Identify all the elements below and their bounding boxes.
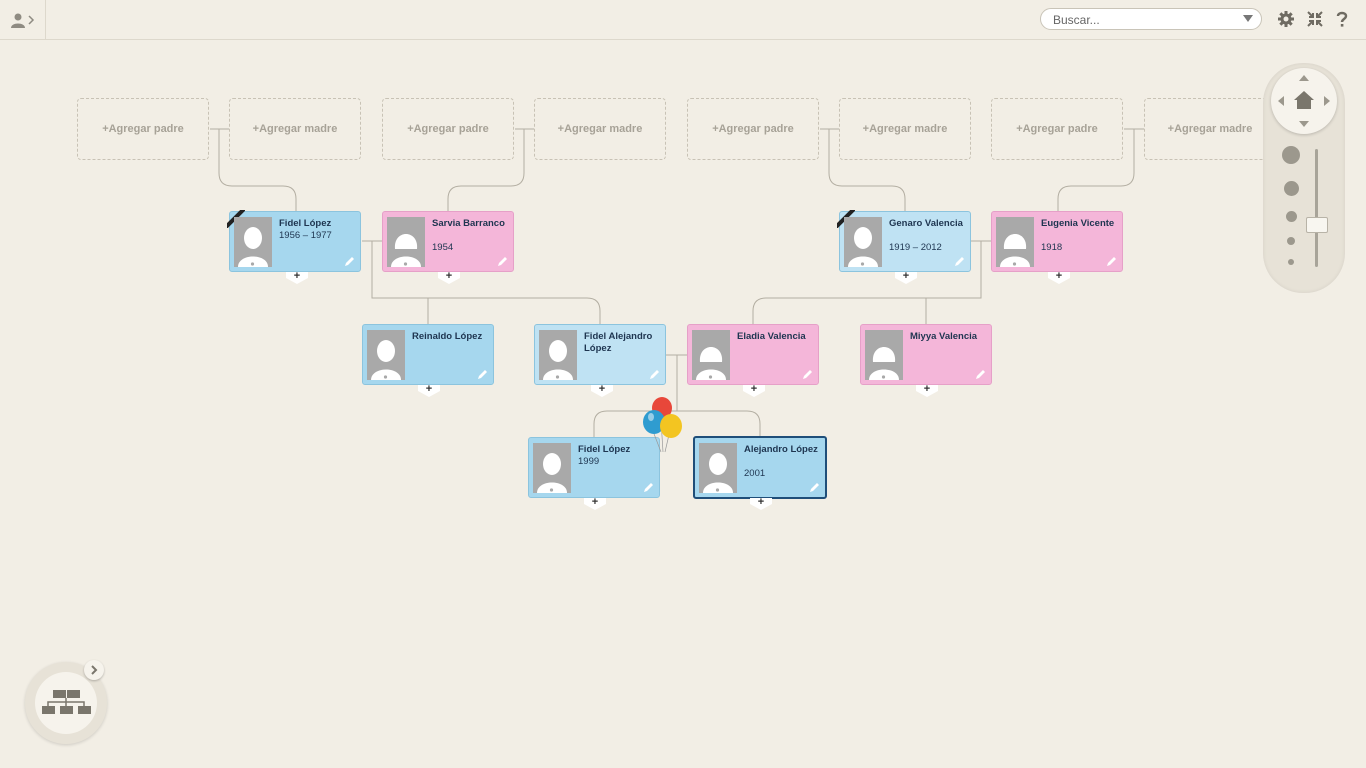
pan-left-icon bbox=[1278, 96, 1284, 106]
add-mother-slot[interactable]: +Agregar madre bbox=[1144, 98, 1276, 160]
add-father-slot[interactable]: +Agregar padre bbox=[77, 98, 209, 160]
add-father-label: +Agregar padre bbox=[102, 123, 184, 135]
person-card-eladia-valencia[interactable]: Eladia Valencia bbox=[687, 324, 819, 385]
edit-pencil-icon[interactable] bbox=[344, 256, 355, 267]
person-name: Alejandro López bbox=[744, 444, 818, 455]
person-card-fidel-lopez-sr[interactable]: Fidel López 1956 – 1977 bbox=[229, 211, 361, 272]
camera-icon[interactable] bbox=[248, 260, 257, 267]
add-father-slot[interactable]: +Agregar padre bbox=[687, 98, 819, 160]
add-mother-label: +Agregar madre bbox=[557, 123, 643, 135]
person-dates: 1999 bbox=[578, 456, 600, 467]
add-mother-label: +Agregar madre bbox=[252, 123, 338, 135]
add-mother-label: +Agregar madre bbox=[862, 123, 948, 135]
edit-pencil-icon[interactable] bbox=[643, 482, 654, 493]
add-mother-slot[interactable]: +Agregar madre bbox=[839, 98, 971, 160]
edit-pencil-icon[interactable] bbox=[954, 256, 965, 267]
person-dates: 1954 bbox=[432, 242, 454, 253]
edit-pencil-icon[interactable] bbox=[802, 369, 813, 380]
person-card-miyya-valencia[interactable]: Miyya Valencia bbox=[860, 324, 992, 385]
navigation-panel bbox=[1263, 63, 1345, 293]
person-dates: 2001 bbox=[744, 468, 766, 479]
home-icon bbox=[1294, 91, 1314, 109]
camera-icon[interactable] bbox=[1010, 260, 1019, 267]
add-mother-slot[interactable]: +Agregar madre bbox=[534, 98, 666, 160]
family-tree-icon bbox=[42, 690, 91, 714]
edit-pencil-icon[interactable] bbox=[809, 482, 820, 493]
birthday-balloons-icon bbox=[643, 397, 682, 453]
pan-up-icon bbox=[1299, 75, 1309, 81]
person-name: Eugenia Vicente bbox=[1041, 218, 1115, 229]
zoom-level-3[interactable] bbox=[1286, 211, 1297, 222]
person-card-eugenia-vicente[interactable]: Eugenia Vicente 1918 bbox=[991, 211, 1123, 272]
pan-down-icon bbox=[1299, 121, 1309, 127]
chevron-right-icon bbox=[91, 665, 98, 675]
zoom-slider-handle[interactable] bbox=[1306, 217, 1328, 233]
zoom-level-5[interactable] bbox=[1288, 259, 1294, 265]
person-card-alejandro-lopez[interactable]: Alejandro López 2001 bbox=[693, 436, 827, 499]
camera-icon[interactable] bbox=[713, 486, 722, 493]
pan-control[interactable] bbox=[1271, 68, 1337, 134]
camera-icon[interactable] bbox=[547, 486, 556, 493]
camera-icon[interactable] bbox=[879, 373, 888, 380]
person-name: Miyya Valencia bbox=[910, 331, 978, 342]
edit-pencil-icon[interactable] bbox=[975, 369, 986, 380]
zoom-level-1[interactable] bbox=[1282, 146, 1300, 164]
camera-icon[interactable] bbox=[381, 373, 390, 380]
camera-icon[interactable] bbox=[858, 260, 867, 267]
add-father-label: +Agregar padre bbox=[1016, 123, 1098, 135]
person-card-reinaldo-lopez[interactable]: Reinaldo López bbox=[362, 324, 494, 385]
add-mother-slot[interactable]: +Agregar madre bbox=[229, 98, 361, 160]
add-father-slot[interactable]: +Agregar padre bbox=[382, 98, 514, 160]
person-dates: 1918 bbox=[1041, 242, 1063, 253]
edit-pencil-icon[interactable] bbox=[497, 256, 508, 267]
edit-pencil-icon[interactable] bbox=[1106, 256, 1117, 267]
person-card-fidel-alejandro-lopez[interactable]: Fidel Alejandro López bbox=[534, 324, 666, 385]
person-name: Fidel Alejandro López bbox=[584, 331, 653, 354]
camera-icon[interactable] bbox=[553, 373, 562, 380]
minimap-toggle-button[interactable] bbox=[84, 660, 104, 680]
person-name: Fidel López bbox=[279, 218, 332, 229]
person-dates: 1919 – 2012 bbox=[889, 242, 942, 253]
pan-right-icon bbox=[1324, 96, 1330, 106]
zoom-slider-track[interactable] bbox=[1315, 149, 1318, 267]
person-name: Genaro Valencia bbox=[889, 218, 963, 229]
edit-pencil-icon[interactable] bbox=[477, 369, 488, 380]
add-mother-label: +Agregar madre bbox=[1167, 123, 1253, 135]
edit-pencil-icon[interactable] bbox=[649, 369, 660, 380]
zoom-level-4[interactable] bbox=[1287, 237, 1295, 245]
person-card-genaro-valencia[interactable]: Genaro Valencia 1919 – 2012 bbox=[839, 211, 971, 272]
add-father-label: +Agregar padre bbox=[407, 123, 489, 135]
person-name: Sarvia Barranco bbox=[432, 218, 505, 229]
person-dates: 1956 – 1977 bbox=[279, 230, 332, 241]
add-father-label: +Agregar padre bbox=[712, 123, 794, 135]
camera-icon[interactable] bbox=[401, 260, 410, 267]
camera-icon[interactable] bbox=[706, 373, 715, 380]
zoom-level-2[interactable] bbox=[1284, 181, 1299, 196]
person-card-sarvia-barranco[interactable]: Sarvia Barranco 1954 bbox=[382, 211, 514, 272]
add-father-slot[interactable]: +Agregar padre bbox=[991, 98, 1123, 160]
person-name: Reinaldo López bbox=[412, 331, 483, 342]
person-name: Eladia Valencia bbox=[737, 331, 806, 342]
